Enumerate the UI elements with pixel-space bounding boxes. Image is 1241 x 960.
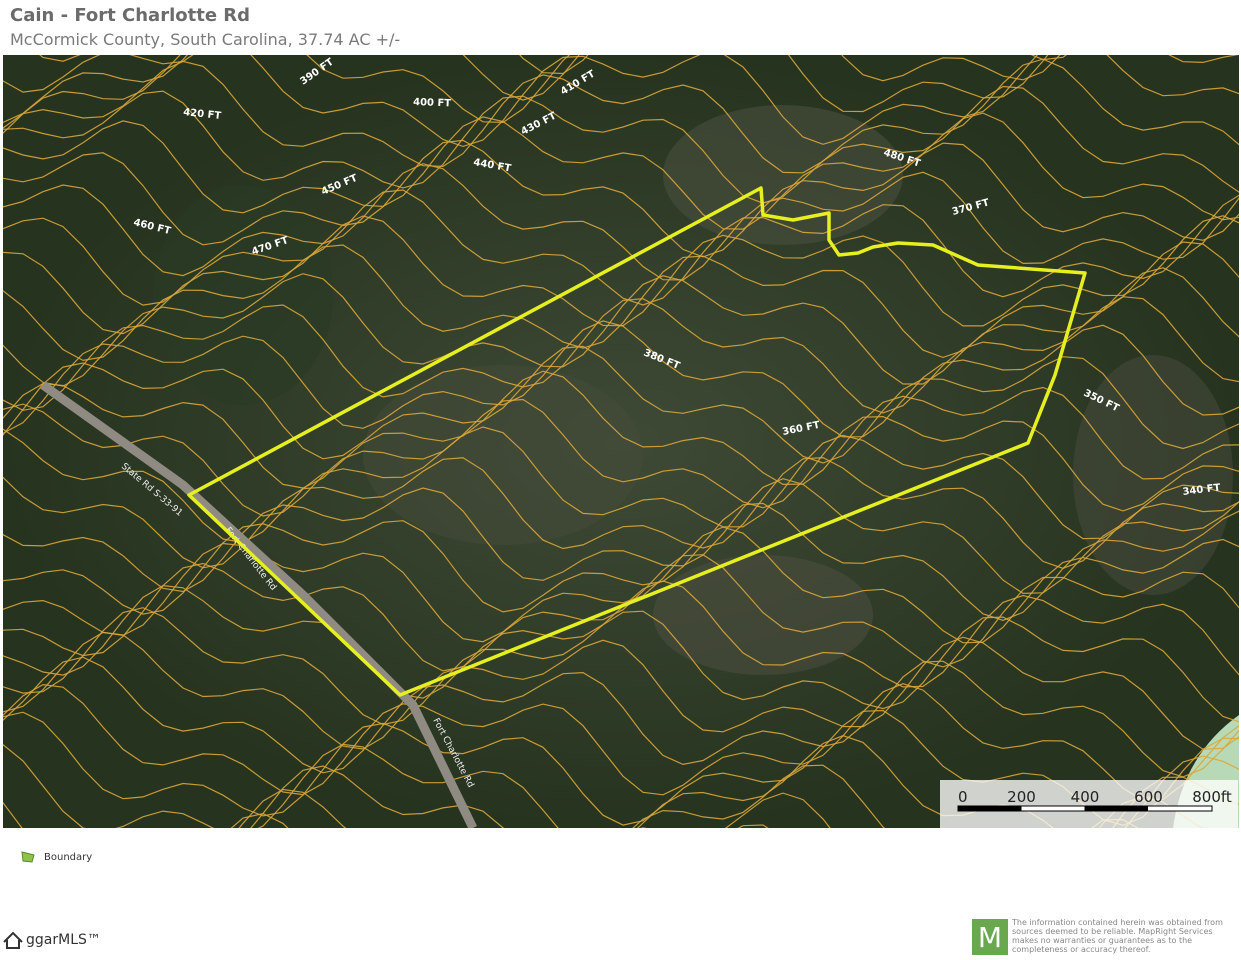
scale-bar: 0 200 400 600 800ft bbox=[940, 780, 1238, 828]
terrain-patch bbox=[153, 185, 333, 405]
contour-label: 400 FT bbox=[413, 97, 452, 109]
legend-label: Boundary bbox=[44, 851, 93, 863]
scale-tick-label: 200 bbox=[1007, 788, 1036, 806]
map-canvas: 390 FT400 FT410 FT420 FT 430 FT440 FT450 … bbox=[3, 55, 1239, 828]
terrain-patch bbox=[653, 555, 873, 675]
mls-text: ggarMLS™ bbox=[26, 932, 101, 948]
scale-tick-label: 0 bbox=[958, 788, 968, 806]
map-legend: Boundary bbox=[20, 850, 92, 864]
scale-ticks: 0 200 400 600 800ft bbox=[958, 788, 1232, 806]
satellite-map[interactable]: 390 FT 400 FT 410 FT 420 FT 430 FT 440 FT 450 … bbox=[3, 55, 1239, 828]
mapright-logo: M bbox=[972, 919, 1008, 955]
terrain-patch bbox=[1073, 355, 1233, 595]
house-icon bbox=[3, 931, 23, 949]
boundary-polygon-icon bbox=[21, 851, 35, 863]
scale-segment bbox=[1084, 806, 1148, 811]
scale-tick-label: 600 bbox=[1134, 788, 1163, 806]
map-subtitle: McCormick County, South Carolina, 37.74 … bbox=[10, 30, 401, 49]
map-title: Cain - Fort Charlotte Rd bbox=[10, 5, 251, 26]
scale-tick-label: 400 bbox=[1071, 788, 1100, 806]
terrain-patch bbox=[663, 105, 903, 245]
scale-segment bbox=[958, 806, 1022, 811]
scale-tick-label: 800ft bbox=[1192, 788, 1232, 806]
mls-logo: ggarMLS™ bbox=[2, 930, 101, 950]
disclaimer-text: The information contained herein was obt… bbox=[1012, 918, 1223, 954]
